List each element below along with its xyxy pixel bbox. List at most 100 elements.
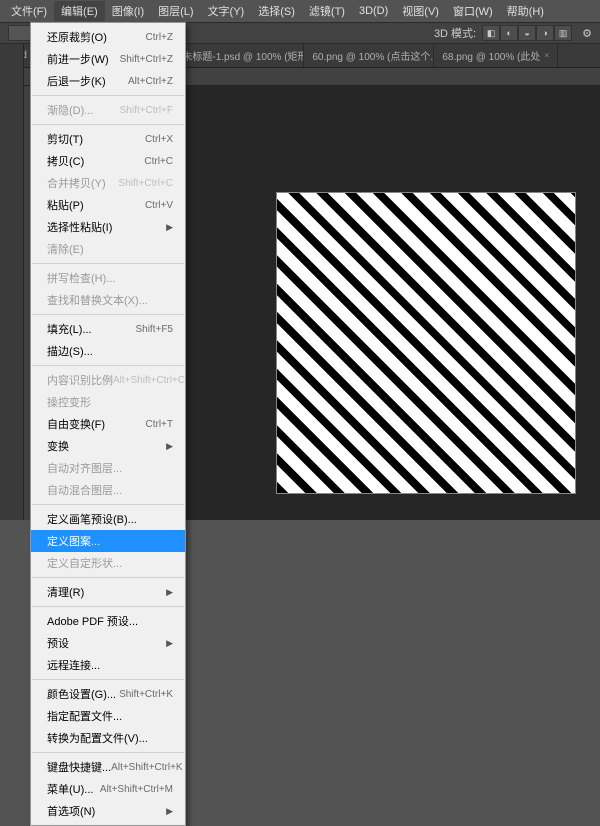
menu-item[interactable]: 粘贴(P) Ctrl+V: [31, 194, 185, 216]
document-tab[interactable]: 未标题-1.psd @ 100% (矩形 1,...×: [174, 44, 304, 67]
menu-编辑[interactable]: 编辑(E): [54, 1, 105, 21]
menu-item: 内容识别比例Alt+Shift+Ctrl+C: [31, 369, 185, 391]
menu-item[interactable]: 预设 ▶: [31, 632, 185, 654]
chevron-right-icon: ▶: [166, 806, 173, 817]
tool-swatch[interactable]: [8, 25, 32, 41]
document-canvas[interactable]: [276, 192, 576, 494]
menu-item[interactable]: 拷贝(C) Ctrl+C: [31, 150, 185, 172]
menu-item-label: 拷贝(C): [47, 153, 84, 169]
menu-item-label: 颜色设置(G)...: [47, 686, 116, 702]
menu-item[interactable]: 清理(R)▶: [31, 581, 185, 603]
menu-item: 渐隐(D)... Shift+Ctrl+F: [31, 99, 185, 121]
menu-item-label: 渐隐(D)...: [47, 102, 93, 118]
menu-item-label: 首选项(N): [47, 803, 95, 819]
menu-窗口[interactable]: 窗口(W): [446, 1, 500, 21]
menu-item[interactable]: 首选项(N) ▶: [31, 800, 185, 822]
menu-item: 拼写检查(H)...: [31, 267, 185, 289]
menu-item-shortcut: Ctrl+C: [144, 156, 173, 167]
menu-item[interactable]: 指定配置文件...: [31, 705, 185, 727]
menu-item[interactable]: 变换 ▶: [31, 435, 185, 457]
options-3d-buttons[interactable]: ◧◐◒◑▥: [482, 25, 572, 41]
menu-item-label: 前进一步(W): [47, 51, 109, 67]
menu-item[interactable]: 远程连接...: [31, 654, 185, 676]
menu-item-label: 自动对齐图层...: [47, 460, 122, 476]
edit-menu: 还原裁剪(O) Ctrl+Z 前进一步(W) Shift+Ctrl+Z 后退一步(K) A…: [30, 22, 186, 826]
menu-文字[interactable]: 文字(Y): [201, 1, 252, 21]
menu-item-shortcut: Alt+Shift+Ctrl+K: [111, 762, 182, 773]
menu-item[interactable]: 菜单(U)... Alt+Shift+Ctrl+M: [31, 778, 185, 800]
chevron-right-icon: ▶: [166, 222, 173, 233]
menu-item[interactable]: 键盘快捷键...Alt+Shift+Ctrl+K: [31, 756, 185, 778]
gear-icon[interactable]: ⚙: [582, 27, 592, 40]
menu-视图[interactable]: 视图(V): [395, 1, 446, 21]
menu-图像[interactable]: 图像(I): [105, 1, 151, 21]
menu-item: 自动混合图层...: [31, 479, 185, 501]
menu-item-label: 清除(E): [47, 241, 84, 257]
menu-item[interactable]: 颜色设置(G)...Shift+Ctrl+K: [31, 683, 185, 705]
menu-item-label: 还原裁剪(O): [47, 29, 107, 45]
menu-item-label: 变换: [47, 438, 69, 454]
menu-item-label: 剪切(T): [47, 131, 83, 147]
tool-palette[interactable]: [0, 44, 24, 520]
menu-item[interactable]: 选择性粘贴(I) ▶: [31, 216, 185, 238]
menu-item: 合并拷贝(Y) Shift+Ctrl+C: [31, 172, 185, 194]
chevron-right-icon: ▶: [166, 638, 173, 649]
menu-item-shortcut: Shift+F5: [135, 324, 173, 335]
menu-item-label: 预设: [47, 635, 69, 651]
options-3d-label: 3D 模式:: [434, 25, 476, 41]
menu-item-shortcut: Ctrl+Z: [146, 32, 174, 43]
menu-item-shortcut: Shift+Ctrl+Z: [120, 54, 173, 65]
chevron-right-icon: ▶: [166, 441, 173, 452]
menu-item-label: 拼写检查(H)...: [47, 270, 115, 286]
menu-item-shortcut: Ctrl+X: [145, 134, 173, 145]
menu-item[interactable]: 填充(L)... Shift+F5: [31, 318, 185, 340]
menu-item[interactable]: 前进一步(W) Shift+Ctrl+Z: [31, 48, 185, 70]
menu-item[interactable]: 转换为配置文件(V)...: [31, 727, 185, 749]
menu-item-label: 指定配置文件...: [47, 708, 122, 724]
close-icon[interactable]: ×: [544, 51, 549, 60]
menu-图层[interactable]: 图层(L): [151, 1, 200, 21]
menu-item-label: 选择性粘贴(I): [47, 219, 112, 235]
menu-item[interactable]: 自由变换(F) Ctrl+T: [31, 413, 185, 435]
chevron-right-icon: ▶: [166, 587, 173, 598]
menu-滤镜[interactable]: 滤镜(T): [302, 1, 352, 21]
menu-item[interactable]: 剪切(T) Ctrl+X: [31, 128, 185, 150]
menu-item: 查找和替换文本(X)...: [31, 289, 185, 311]
menu-item[interactable]: 定义画笔预设(B)...: [31, 508, 185, 530]
menu-item[interactable]: Adobe PDF 预设...: [31, 610, 185, 632]
menu-item-label: 定义画笔预设(B)...: [47, 511, 137, 527]
menu-item: 定义自定形状...: [31, 552, 185, 574]
menubar: 文件(F)编辑(E)图像(I)图层(L)文字(Y)选择(S)滤镜(T)3D(D)…: [0, 0, 600, 22]
menu-item-label: 后退一步(K): [47, 73, 106, 89]
menu-选择[interactable]: 选择(S): [251, 1, 302, 21]
menu-item: 清除(E): [31, 238, 185, 260]
menu-item-label: 填充(L)...: [47, 321, 92, 337]
menu-item-label: 自动混合图层...: [47, 482, 122, 498]
menu-item-label: 粘贴(P): [47, 197, 84, 213]
menu-item-label: 远程连接...: [47, 657, 100, 673]
menu-item[interactable]: 描边(S)...: [31, 340, 185, 362]
menu-3d[interactable]: 3D(D): [352, 3, 395, 19]
menu-item-label: 合并拷贝(Y): [47, 175, 106, 191]
menu-item[interactable]: 定义图案...: [31, 530, 185, 552]
menu-item[interactable]: 后退一步(K) Alt+Ctrl+Z: [31, 70, 185, 92]
menu-文件[interactable]: 文件(F): [4, 1, 54, 21]
menu-item-label: 描边(S)...: [47, 343, 93, 359]
menu-item-shortcut: Ctrl+T: [146, 419, 174, 430]
menu-item-shortcut: Ctrl+V: [145, 200, 173, 211]
menu-item-label: 自由变换(F): [47, 416, 105, 432]
document-tab[interactable]: 68.png @ 100% (此处×: [434, 44, 558, 67]
menu-item-shortcut: Alt+Shift+Ctrl+C: [113, 375, 185, 386]
menu-item-label: 菜单(U)...: [47, 781, 93, 797]
menu-item-shortcut: Alt+Shift+Ctrl+M: [100, 784, 173, 795]
menu-item[interactable]: 还原裁剪(O) Ctrl+Z: [31, 26, 185, 48]
menu-item-label: 定义自定形状...: [47, 555, 122, 571]
menu-item-shortcut: Shift+Ctrl+K: [119, 689, 173, 700]
menu-item-label: 转换为配置文件(V)...: [47, 730, 148, 746]
menu-item-shortcut: Shift+Ctrl+F: [120, 105, 173, 116]
menu-item-label: 定义图案...: [47, 533, 100, 549]
menu-item-shortcut: Alt+Ctrl+Z: [128, 76, 173, 87]
document-tab[interactable]: 60.png @ 100% (点击这个...×: [304, 44, 434, 67]
menu-帮助[interactable]: 帮助(H): [500, 1, 551, 21]
menu-item-shortcut: Shift+Ctrl+C: [119, 178, 173, 189]
